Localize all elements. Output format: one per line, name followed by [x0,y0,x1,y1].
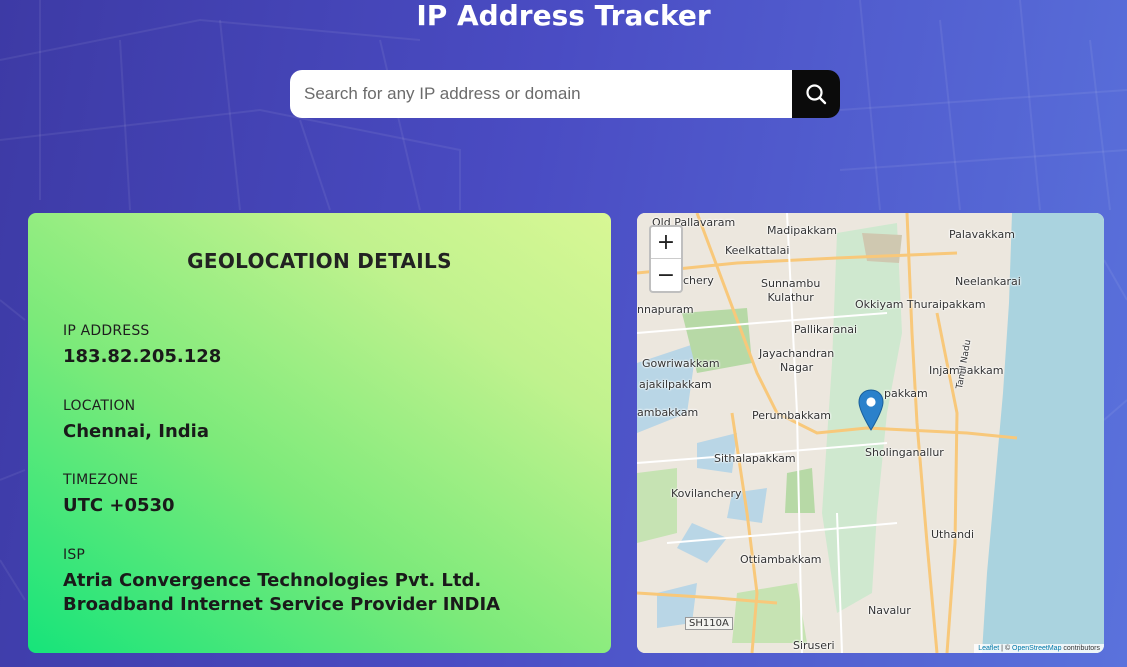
details-heading: GEOLOCATION DETAILS [187,249,452,273]
map-label-sunnambu-kulathur: Sunnambu Kulathur [761,277,821,304]
isp-value: Atria Convergence Technologies Pvt. Ltd.… [63,570,501,615]
search-input[interactable] [290,70,792,118]
attribution-contributors: contributors [1061,645,1100,652]
map-attribution: Leaflet | © OpenStreetMap contributors [974,644,1104,653]
ip-address-label: IP ADDRESS [63,323,150,339]
map-marker-icon[interactable] [858,389,884,431]
zoom-in-button[interactable]: + [651,227,681,259]
leaflet-link[interactable]: Leaflet [978,645,999,652]
map-label-palavakkam: Palavakkam [949,228,1015,241]
map-label-rajakilpakkam: ajakilpakkam [639,378,712,391]
map-label-chery: chery [683,274,714,287]
location-label: LOCATION [63,398,136,414]
ip-address-value: 183.82.205.128 [63,346,222,367]
search-button[interactable] [792,70,840,118]
map[interactable]: Old Pallavaram Madipakkam Palavakkam Kee… [637,213,1104,653]
openstreetmap-link[interactable]: OpenStreetMap [1012,645,1061,652]
map-label-sholinganallur: Sholinganallur [865,446,944,459]
map-label-ambakkam: ambakkam [637,406,699,419]
location-value: Chennai, India [63,421,209,442]
zoom-out-button[interactable]: − [651,259,681,291]
map-label-uthandi: Uthandi [931,528,975,541]
map-label-nnapuram: nnapuram [637,303,694,316]
map-label-perumbakkam: Perumbakkam [752,409,831,422]
map-label-ottiambakkam: Ottiambakkam [740,553,822,566]
map-label-madipakkam: Madipakkam [767,224,837,237]
isp-label: ISP [63,547,86,563]
map-label-sithalapakkam: Sithalapakkam [714,452,796,465]
timezone-label: TIMEZONE [63,472,139,488]
map-label-jayachandran-nagar: Jayachandran Nagar [759,347,835,374]
timezone-value: UTC +0530 [63,495,175,516]
map-label-pallikaranai: Pallikaranai [794,323,857,336]
map-label-siruseri: Siruseri [793,639,835,652]
map-label-neelankarai: Neelankarai [955,275,1021,288]
map-label-kovilanchery: Kovilanchery [671,487,742,500]
search-icon [806,84,827,105]
map-label-pakkam: pakkam [884,387,928,400]
geolocation-details-card: GEOLOCATION DETAILS IP ADDRESS 183.82.20… [28,213,611,653]
map-label-gowriwakkam: Gowriwakkam [642,357,720,370]
search-bar [290,70,840,118]
page-title: IP Address Tracker [416,0,711,32]
attribution-separator: | © [999,645,1013,652]
map-label-navalur: Navalur [868,604,911,617]
map-label-sh110a: SH110A [685,617,733,630]
zoom-control: + − [649,225,683,293]
map-label-okkiyam-thuraipakkam: Okkiyam Thuraipakkam [855,298,986,311]
map-label-keelkattalai: Keelkattalai [725,244,790,257]
